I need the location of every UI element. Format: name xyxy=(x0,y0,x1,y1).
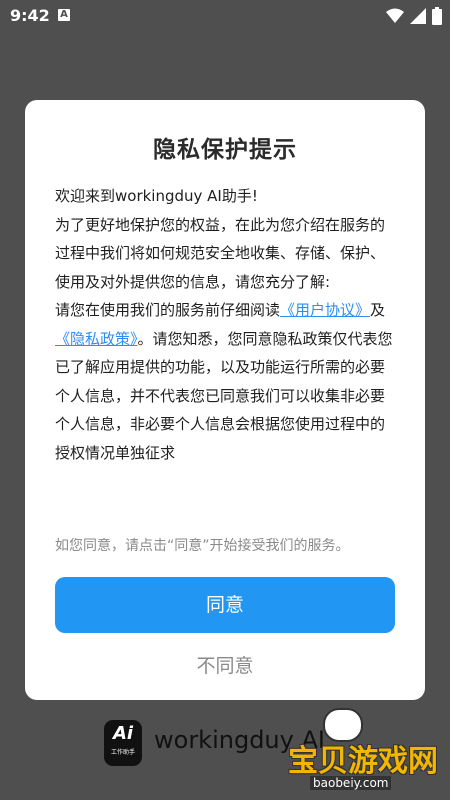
status-bar: 9:42 A xyxy=(0,0,450,32)
logo-subtext: 工作助手 xyxy=(110,749,135,756)
logo-text: Ai xyxy=(112,723,134,744)
watermark-text: 宝贝游戏网 xyxy=(288,744,438,779)
consent-hint: 如您同意，请点击“同意”开始接受我们的服务。 xyxy=(55,538,350,554)
battery-icon xyxy=(432,7,442,29)
agree-button[interactable]: 同意 xyxy=(55,577,395,633)
status-icons xyxy=(386,7,442,29)
privacy-dialog: 隐私保护提示 欢迎来到workingduy AI助手! 为了更好地保护您的权益，… xyxy=(25,100,425,700)
app-logo: Ai 工作助手 xyxy=(104,720,142,766)
policy-rest-text: 。请您知悉，您同意隐私政策仅代表您已了解应用提供的功能，以及功能运行所需的必要个… xyxy=(55,329,393,462)
dialog-title: 隐私保护提示 xyxy=(153,137,297,163)
disagree-button[interactable]: 不同意 xyxy=(55,648,395,684)
greeting-text: 欢迎来到workingduy AI助手! xyxy=(55,187,258,205)
privacy-policy-link[interactable]: 《隐私政策》 xyxy=(55,330,138,348)
and-text: 及 xyxy=(370,301,386,319)
signal-icon xyxy=(410,8,426,28)
policy-intro-text: 请您在使用我们的服务前仔细阅读 xyxy=(55,301,281,319)
wifi-icon xyxy=(386,8,404,28)
user-agreement-link[interactable]: 《用户协议》 xyxy=(280,301,370,319)
notification-a-icon: A xyxy=(58,9,70,21)
status-time: 9:42 xyxy=(10,6,50,25)
watermark: 宝贝游戏网 baobeiy.com xyxy=(288,708,438,793)
dialog-body: 欢迎来到workingduy AI助手! 为了更好地保护您的权益，在此为您介绍在… xyxy=(55,182,397,522)
watermark-url: baobeiy.com xyxy=(310,776,392,790)
intro-paragraph: 为了更好地保护您的权益，在此为您介绍在服务的过程中我们将如何规范安全地收集、存储… xyxy=(55,215,386,291)
policy-paragraph: 请您在使用我们的服务前仔细阅读《用户协议》及《隐私政策》。请您知悉，您同意隐私政… xyxy=(55,296,397,467)
